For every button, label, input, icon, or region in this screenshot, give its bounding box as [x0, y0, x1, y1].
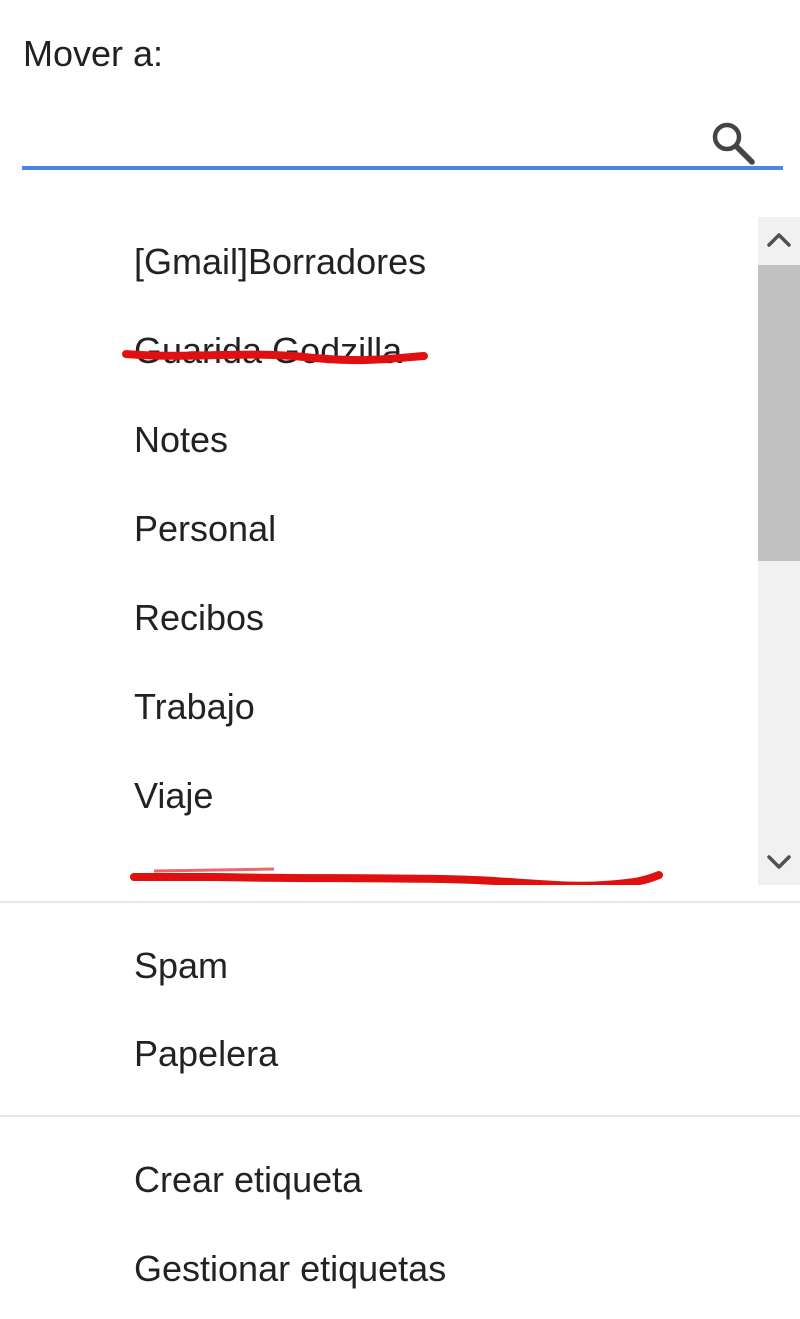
search-input[interactable]: [22, 100, 702, 168]
label-item-text: Viaje: [134, 775, 214, 816]
label-item-viaje[interactable]: Viaje: [134, 766, 213, 826]
scroll-up-button[interactable]: [758, 217, 800, 263]
label-item-text: [Gmail]Borradores: [134, 241, 427, 282]
section-divider: [0, 1115, 800, 1117]
section-divider: [0, 901, 800, 903]
labels-scrollbar[interactable]: [758, 217, 800, 885]
label-item-text: Personal: [134, 508, 277, 549]
label-item-notes[interactable]: Notes: [134, 410, 228, 470]
label-item-personal[interactable]: Personal: [134, 499, 276, 559]
scroll-down-button[interactable]: [758, 839, 800, 885]
search-field[interactable]: [22, 100, 783, 172]
label-item-text: Recibos: [134, 597, 265, 638]
label-item-redacted-1[interactable]: Guarida Godzilla: [122, 321, 428, 381]
search-icon[interactable]: [708, 118, 758, 168]
scroll-thumb[interactable]: [758, 265, 800, 561]
folder-item-spam[interactable]: Spam: [134, 936, 228, 996]
label-item-text: Notes: [134, 419, 229, 460]
label-item-recibos[interactable]: Recibos: [134, 588, 264, 648]
manage-labels-action[interactable]: Gestionar etiquetas: [134, 1239, 446, 1299]
action-text: Crear etiqueta: [134, 1159, 363, 1200]
folder-item-papelera[interactable]: Papelera: [134, 1024, 278, 1084]
label-item-text: Trabajo: [134, 686, 255, 727]
folder-item-text: Papelera: [134, 1033, 279, 1074]
label-item-gmail-borradores[interactable]: [Gmail]Borradores: [134, 232, 426, 292]
redaction-mark: [130, 867, 663, 885]
action-text: Gestionar etiquetas: [134, 1248, 447, 1289]
menu-title: Mover a:: [23, 33, 164, 74]
search-underline: [22, 166, 783, 170]
chevron-down-icon: [767, 855, 791, 869]
folder-item-text: Spam: [134, 945, 229, 986]
labels-list[interactable]: [Gmail]Borradores Guarida Godzilla Notes…: [0, 217, 800, 885]
redaction-mark: [122, 350, 428, 365]
create-label-action[interactable]: Crear etiqueta: [134, 1150, 362, 1210]
chevron-up-icon: [767, 233, 791, 247]
label-item-trabajo[interactable]: Trabajo: [134, 677, 255, 737]
